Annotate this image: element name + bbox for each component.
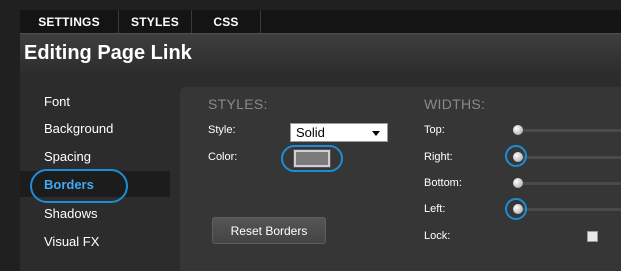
bottom-label: Bottom: (424, 177, 462, 189)
sidebar-item-background[interactable]: Background (20, 115, 170, 141)
right-label: Right: (424, 151, 453, 163)
sidebar-item-spacing[interactable]: Spacing (20, 143, 170, 169)
tab-bar: SETTINGS STYLES CSS (20, 10, 621, 33)
bottom-width-slider-handle[interactable] (513, 178, 523, 188)
color-label: Color: (208, 151, 238, 163)
sidebar-item-borders[interactable]: Borders (20, 171, 170, 197)
border-style-value: Solid (296, 125, 325, 140)
page-title: Editing Page Link (24, 42, 192, 64)
left-label: Left: (424, 203, 446, 215)
lock-checkbox[interactable] (587, 231, 598, 242)
top-label: Top: (424, 124, 445, 136)
right-width-slider-handle[interactable] (513, 152, 523, 162)
tab-styles[interactable]: STYLES (119, 10, 192, 33)
right-width-track (518, 156, 621, 159)
style-label: Style: (208, 124, 236, 136)
border-style-select[interactable]: Solid (290, 123, 388, 142)
lock-label: Lock: (424, 230, 451, 242)
borders-panel: STYLES: Style: Solid Color: Reset Border… (180, 87, 621, 271)
left-width-track (518, 208, 621, 211)
top-width-track (518, 129, 621, 132)
editor-header: Editing Page Link (20, 33, 621, 75)
sidebar-item-font[interactable]: Font (20, 88, 170, 114)
left-width-slider-handle[interactable] (513, 204, 523, 214)
border-color-swatch[interactable] (293, 149, 331, 168)
chevron-down-icon (372, 131, 380, 136)
sidebar-item-shadows[interactable]: Shadows (20, 200, 170, 226)
tab-settings[interactable]: SETTINGS (20, 10, 119, 33)
styles-section-title: STYLES: (208, 96, 268, 112)
widths-section-title: WIDTHS: (424, 96, 486, 112)
reset-borders-button[interactable]: Reset Borders (212, 217, 326, 244)
sidebar-item-visual-fx[interactable]: Visual FX (20, 228, 170, 254)
top-width-slider-handle[interactable] (513, 125, 523, 135)
bottom-width-track (518, 182, 621, 185)
editor-frame: SETTINGS STYLES CSS Editing Page Link Fo… (0, 0, 621, 271)
tab-css[interactable]: CSS (192, 10, 261, 33)
